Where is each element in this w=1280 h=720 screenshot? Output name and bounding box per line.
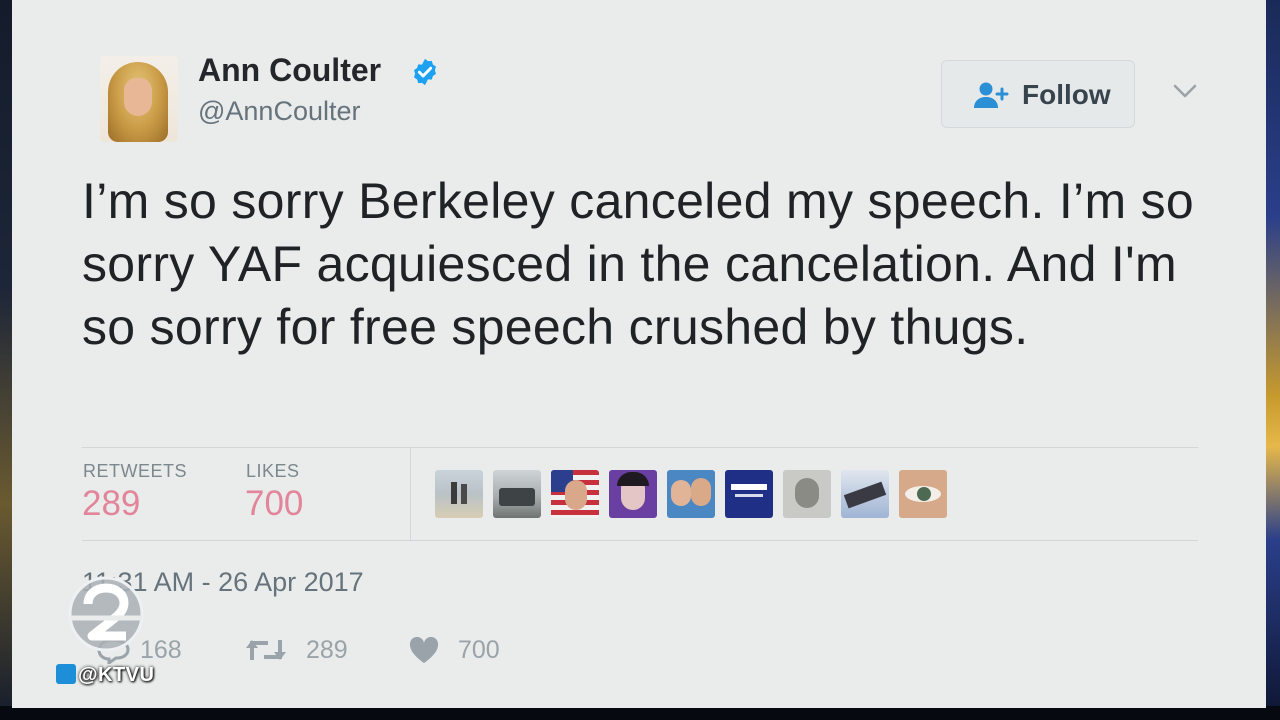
follow-label: Follow xyxy=(1022,79,1111,110)
divider-top xyxy=(82,447,1198,448)
tweet-text: I’m so sorry Berkeley canceled my speech… xyxy=(82,173,1195,355)
like-count: 700 xyxy=(458,636,500,664)
channel-handle-text: @KTVU xyxy=(78,664,155,686)
stats-separator xyxy=(410,448,411,540)
liker-avatar-couple[interactable] xyxy=(667,470,715,518)
retweet-icon[interactable] xyxy=(244,636,288,664)
likes-label: LIKES xyxy=(246,461,300,481)
heart-icon[interactable] xyxy=(408,636,440,664)
reply-count: 168 xyxy=(140,636,182,664)
verified-badge-icon xyxy=(414,58,436,86)
broadcast-background-bottom xyxy=(0,706,1280,720)
divider-bottom xyxy=(82,540,1198,541)
follow-button[interactable]: Follow xyxy=(941,60,1135,128)
liker-avatar-woman[interactable] xyxy=(609,470,657,518)
likes-count[interactable]: 700 xyxy=(245,484,303,524)
liker-avatar-eagle[interactable] xyxy=(841,470,889,518)
chevron-down-icon[interactable] xyxy=(1172,82,1198,100)
retweets-count[interactable]: 289 xyxy=(82,484,140,524)
retweet-count: 289 xyxy=(306,636,348,664)
liker-avatar-flag[interactable] xyxy=(551,470,599,518)
liker-avatar-child[interactable] xyxy=(783,470,831,518)
liker-avatar-eye[interactable] xyxy=(899,470,947,518)
liker-avatar-trump-pence[interactable] xyxy=(725,470,773,518)
twitter-icon xyxy=(56,664,76,684)
author-handle[interactable]: @AnnCoulter xyxy=(198,96,361,127)
add-user-icon xyxy=(974,82,1009,108)
avatar-face xyxy=(124,78,152,116)
author-name[interactable]: Ann Coulter xyxy=(198,52,381,89)
liker-avatar-truck[interactable] xyxy=(493,470,541,518)
channel-2-logo xyxy=(68,576,144,652)
liker-avatar-beach[interactable] xyxy=(435,470,483,518)
retweets-label: RETWEETS xyxy=(83,461,188,481)
channel-handle: @KTVU xyxy=(56,664,154,687)
author-avatar[interactable] xyxy=(100,56,178,142)
